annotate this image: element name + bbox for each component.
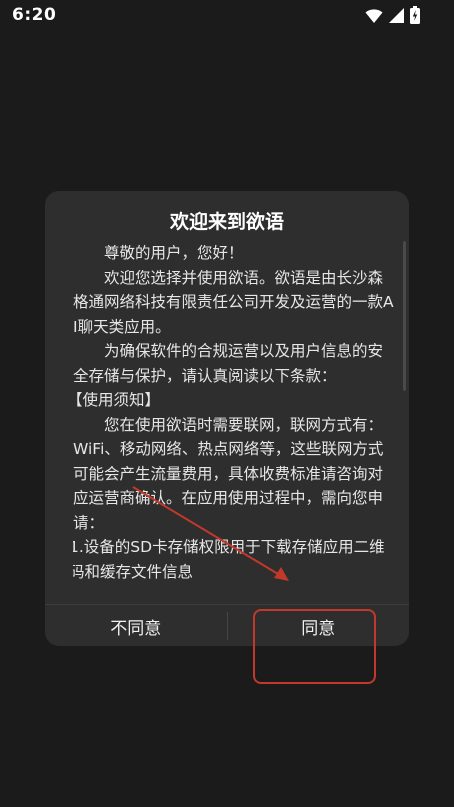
disagree-button[interactable]: 不同意 [45,605,227,646]
agree-button[interactable]: 同意 [228,605,410,646]
status-icons [365,5,420,25]
section-heading: 【使用须知】 [73,391,161,409]
dialog-body[interactable]: 尊敬的用户，您好！ 欢迎您选择并使用欲语。欲语是由长沙森格通网络科技有限责任公司… [73,241,395,597]
wifi-icon [365,8,383,23]
battery-icon [410,6,420,24]
intro-paragraph: 欢迎您选择并使用欲语。欲语是由长沙森格通网络科技有限责任公司开发及运营的一款AI… [73,268,394,336]
network-paragraph: 您在使用欲语时需要联网，联网方式有：WiFi、移动网络、热点网络等，这些联网方式… [73,415,384,532]
status-bar: 6:20 [0,0,454,32]
scroll-fade [45,579,409,601]
dialog-actions: 不同意 同意 [45,604,409,646]
permission-item: 1.设备的SD卡存储权限用于下载存储应用二维码和缓存文件信息 [73,538,385,581]
scrollbar[interactable] [403,241,406,391]
screen: 6:20 欢迎来到欲语 尊敬的用户，您好！ 欢迎您选择并使用欲语。欲语是由长沙森… [0,0,454,807]
notice-paragraph: 为确保软件的合规运营以及用户信息的安全存储与保护，请认真阅读以下条款： [73,342,384,385]
dialog-title: 欢迎来到欲语 [169,211,284,233]
status-time: 6:20 [12,5,57,25]
greeting-paragraph: 尊敬的用户，您好！ [104,244,244,262]
privacy-dialog: 欢迎来到欲语 尊敬的用户，您好！ 欢迎您选择并使用欲语。欲语是由长沙森格通网络科… [45,191,409,646]
signal-icon [389,7,404,23]
